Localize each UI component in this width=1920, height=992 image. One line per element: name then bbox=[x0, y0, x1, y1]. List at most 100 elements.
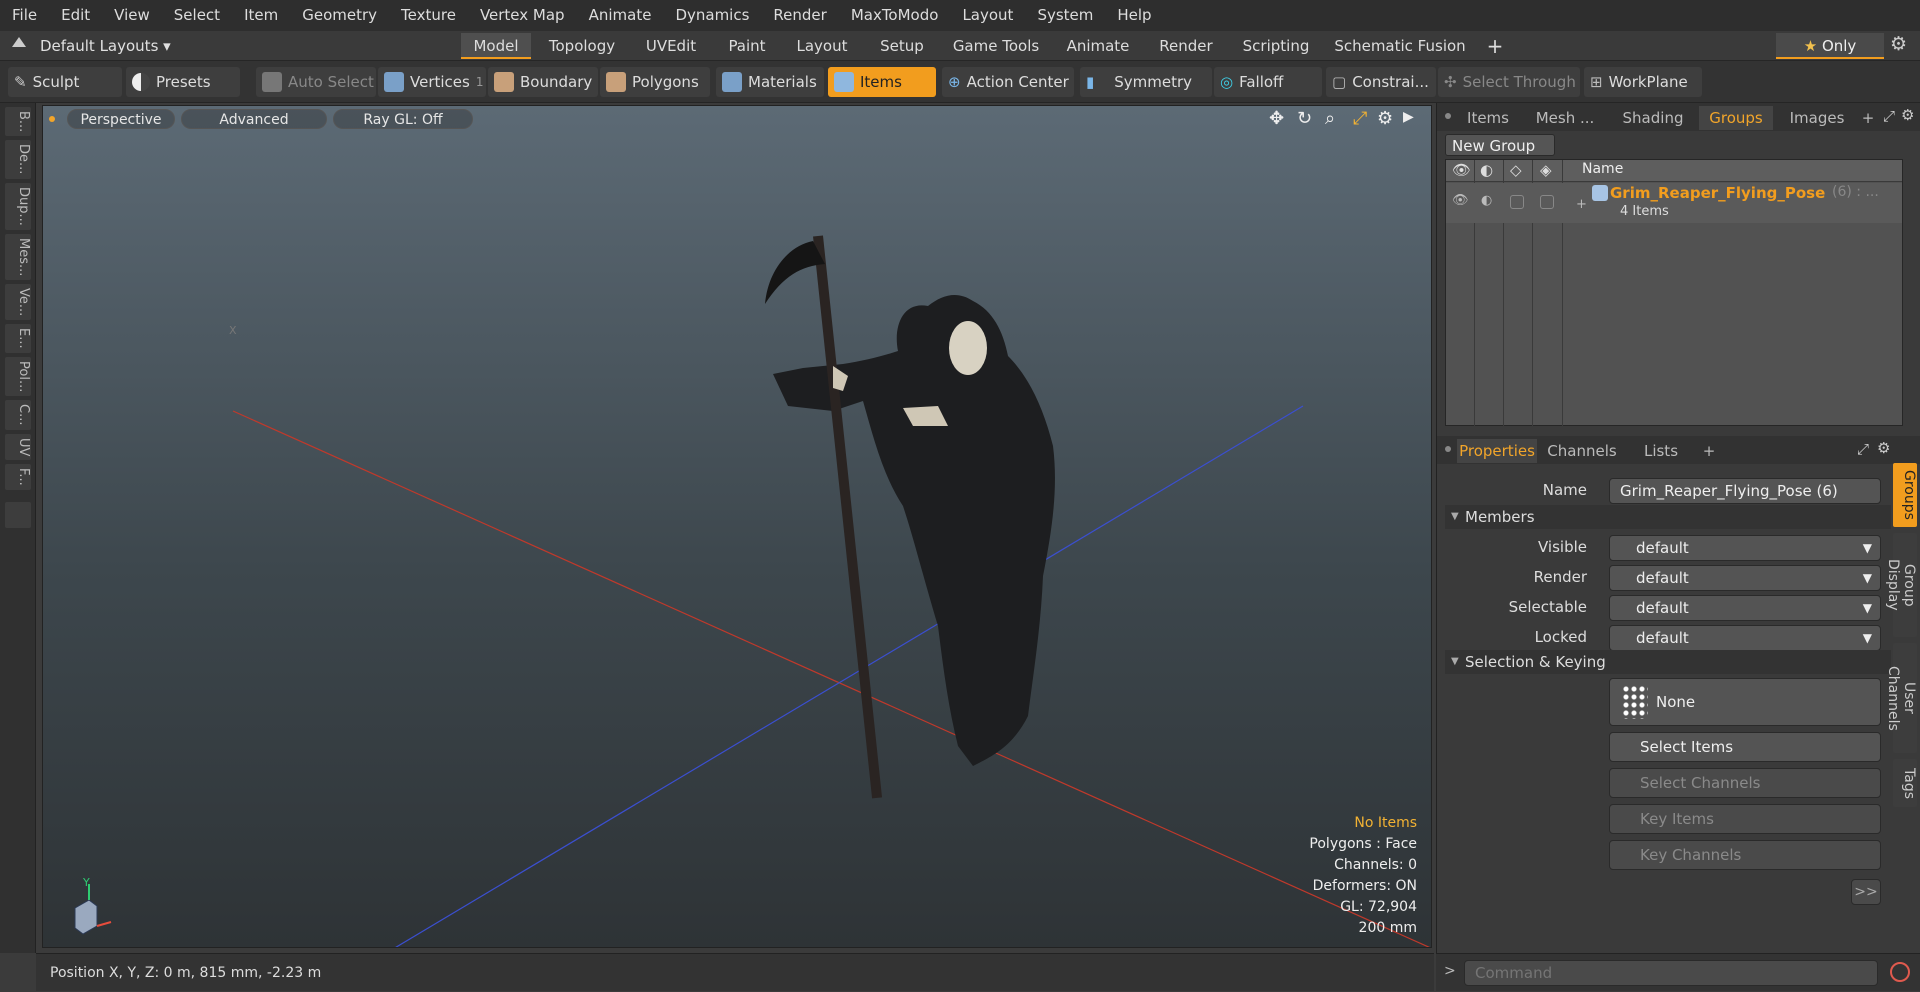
sculpt-button[interactable]: ✎ Sculpt bbox=[8, 67, 122, 97]
left-tab-polygon[interactable]: Pol... bbox=[5, 356, 31, 397]
menu-view[interactable]: View bbox=[102, 0, 162, 31]
record-icon[interactable] bbox=[1890, 962, 1910, 982]
side-tab-tags[interactable]: Tags bbox=[1893, 759, 1917, 807]
selection-set-button[interactable]: None bbox=[1609, 678, 1881, 726]
selectable-dropdown[interactable]: default ▼ bbox=[1609, 595, 1881, 621]
add-properties-tab-button[interactable]: + bbox=[1699, 439, 1719, 463]
only-button[interactable]: ★ Only bbox=[1776, 33, 1884, 59]
menu-help[interactable]: Help bbox=[1105, 0, 1163, 31]
left-tab-vertex[interactable]: Ve... bbox=[5, 284, 31, 321]
viewport-gear-icon[interactable]: ⚙ bbox=[1377, 108, 1393, 129]
tab-topology[interactable]: Topology bbox=[538, 33, 626, 59]
auto-select-button[interactable]: Auto Select bbox=[256, 67, 376, 97]
workplane-button[interactable]: ⊞ WorkPlane bbox=[1584, 67, 1702, 97]
menu-maxtomodo[interactable]: MaxToModo bbox=[839, 0, 951, 31]
properties-dot-icon[interactable] bbox=[1445, 446, 1451, 452]
move-view-icon[interactable]: ✥ bbox=[1269, 108, 1284, 129]
menu-vertex-map[interactable]: Vertex Map bbox=[468, 0, 577, 31]
selection-keying-section[interactable]: ▼ Selection & Keying bbox=[1445, 650, 1891, 674]
menu-edit[interactable]: Edit bbox=[49, 0, 102, 31]
row-render-icon[interactable]: ◐ bbox=[1481, 193, 1492, 208]
raygl-button[interactable]: Ray GL: Off bbox=[333, 109, 473, 129]
more-button[interactable]: >> bbox=[1851, 879, 1881, 905]
gear-icon[interactable]: ⚙ bbox=[1890, 33, 1907, 55]
side-tab-user-channels[interactable]: User Channels bbox=[1885, 643, 1917, 753]
menu-system[interactable]: System bbox=[1025, 0, 1105, 31]
vertices-button[interactable]: Vertices 1 bbox=[378, 67, 486, 97]
rotate-view-icon[interactable]: ↻ bbox=[1297, 108, 1312, 129]
key-channels-button[interactable]: Key Channels bbox=[1609, 840, 1881, 870]
tab-schematic-fusion[interactable]: Schematic Fusion bbox=[1328, 33, 1472, 59]
tab-shading[interactable]: Shading bbox=[1613, 106, 1693, 130]
polygons-button[interactable]: Polygons bbox=[600, 67, 710, 97]
boundary-button[interactable]: Boundary bbox=[488, 67, 598, 97]
visible-dropdown[interactable]: default ▼ bbox=[1609, 535, 1881, 561]
lock-col-icon[interactable]: ◇ bbox=[1510, 161, 1522, 179]
tab-setup[interactable]: Setup bbox=[866, 33, 938, 59]
tab-layout[interactable]: Layout bbox=[784, 33, 860, 59]
materials-button[interactable]: Materials bbox=[716, 67, 824, 97]
tab-render[interactable]: Render bbox=[1148, 33, 1224, 59]
select-channels-button[interactable]: Select Channels bbox=[1609, 768, 1881, 798]
panel-dot-icon[interactable] bbox=[1445, 113, 1451, 119]
select-col-icon[interactable]: ◈ bbox=[1540, 161, 1552, 179]
name-column-header[interactable]: Name bbox=[1582, 161, 1623, 177]
left-tab-edge[interactable]: E... bbox=[5, 324, 31, 353]
menu-item[interactable]: Item bbox=[232, 0, 290, 31]
viewport-more-icon[interactable]: ▶ bbox=[1403, 109, 1414, 125]
menu-file[interactable]: File bbox=[0, 0, 49, 31]
left-tab-duplicate[interactable]: Dup... bbox=[5, 182, 31, 230]
menu-select[interactable]: Select bbox=[162, 0, 232, 31]
advanced-button[interactable]: Advanced bbox=[181, 109, 327, 129]
tab-animate[interactable]: Animate bbox=[1054, 33, 1142, 59]
tab-uvedit[interactable]: UVEdit bbox=[632, 33, 710, 59]
constraints-button[interactable]: ▢ Constrai... bbox=[1326, 67, 1436, 97]
row-lock-checkbox[interactable] bbox=[1510, 195, 1524, 209]
select-items-button[interactable]: Select Items bbox=[1609, 732, 1881, 762]
add-panel-tab-button[interactable]: + bbox=[1857, 106, 1879, 130]
group-row[interactable]: 👁 ◐ + Grim_Reaper_Flying_Pose (6) : ... … bbox=[1446, 183, 1902, 223]
name-field[interactable] bbox=[1609, 478, 1881, 504]
zoom-view-icon[interactable]: ⌕ bbox=[1325, 108, 1335, 129]
tab-channels[interactable]: Channels bbox=[1543, 439, 1621, 463]
visibility-col-icon[interactable]: 👁 bbox=[1452, 161, 1471, 179]
menu-geometry[interactable]: Geometry bbox=[290, 0, 389, 31]
tab-images[interactable]: Images bbox=[1777, 106, 1857, 130]
row-visibility-icon[interactable]: 👁 bbox=[1452, 193, 1469, 208]
side-tab-group-display[interactable]: Group Display bbox=[1885, 533, 1917, 637]
add-tab-button[interactable]: + bbox=[1480, 33, 1510, 59]
key-items-button[interactable]: Key Items bbox=[1609, 804, 1881, 834]
falloff-button[interactable]: ◎ Falloff bbox=[1214, 67, 1322, 97]
menu-animate[interactable]: Animate bbox=[577, 0, 664, 31]
3d-viewport[interactable]: X Y Perspective Advanced Ray GL: Off ✥ ↻… bbox=[42, 105, 1432, 948]
tab-groups[interactable]: Groups bbox=[1699, 106, 1773, 130]
left-tab-extra[interactable] bbox=[5, 501, 31, 528]
properties-expand-icon[interactable]: ⤢ bbox=[1857, 440, 1869, 458]
items-button[interactable]: Items bbox=[828, 67, 936, 97]
panel-gear-icon[interactable]: ⚙ bbox=[1901, 106, 1914, 124]
tab-model[interactable]: Model bbox=[461, 33, 531, 59]
new-group-button[interactable]: New Group bbox=[1445, 134, 1555, 156]
tab-properties[interactable]: Properties bbox=[1457, 439, 1537, 463]
members-section[interactable]: ▼ Members bbox=[1445, 505, 1891, 529]
locked-dropdown[interactable]: default ▼ bbox=[1609, 625, 1881, 651]
select-through-button[interactable]: ✣ Select Through bbox=[1438, 67, 1580, 97]
tab-paint[interactable]: Paint bbox=[716, 33, 778, 59]
menu-layout[interactable]: Layout bbox=[950, 0, 1025, 31]
tab-scripting[interactable]: Scripting bbox=[1230, 33, 1322, 59]
tab-lists[interactable]: Lists bbox=[1629, 439, 1693, 463]
properties-gear-icon[interactable]: ⚙ bbox=[1877, 439, 1890, 457]
left-tab-uv[interactable]: UV bbox=[5, 433, 31, 461]
action-center-button[interactable]: ⊕ Action Center bbox=[942, 67, 1074, 97]
perspective-button[interactable]: Perspective bbox=[67, 109, 175, 129]
left-tab-mesh[interactable]: Mes... bbox=[5, 233, 31, 281]
row-select-checkbox[interactable] bbox=[1540, 195, 1554, 209]
expand-icon[interactable]: ⤢ bbox=[1883, 107, 1895, 125]
menu-texture[interactable]: Texture bbox=[389, 0, 468, 31]
command-input[interactable] bbox=[1464, 960, 1878, 986]
fit-view-icon[interactable]: ⤢ bbox=[1353, 108, 1367, 129]
render-dropdown[interactable]: default ▼ bbox=[1609, 565, 1881, 591]
render-col-icon[interactable]: ◐ bbox=[1480, 161, 1493, 179]
left-tab-deform[interactable]: De... bbox=[5, 140, 31, 179]
menu-render[interactable]: Render bbox=[761, 0, 838, 31]
